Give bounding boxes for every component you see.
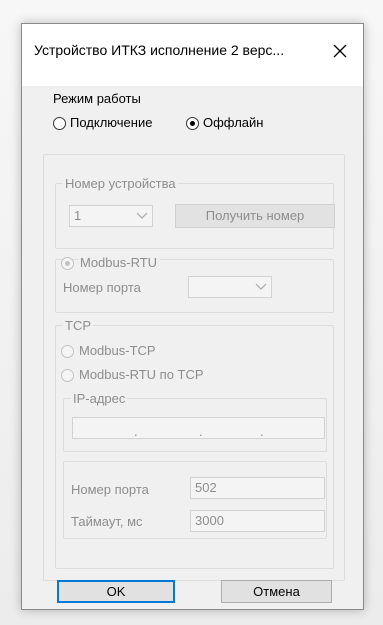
window-title: Устройство ИТКЗ исполнение 2 верс... <box>34 42 285 58</box>
rtu-port-label: Номер порта <box>63 280 141 295</box>
radio-modbus-tcp[interactable] <box>61 345 74 358</box>
chevron-down-icon <box>255 283 267 290</box>
radio-connect-label[interactable]: Подключение <box>70 115 152 130</box>
modbus-rtu-label[interactable]: Modbus-RTU <box>78 255 161 270</box>
get-number-button[interactable]: Получить номер <box>175 204 335 228</box>
modbus-tcp-label[interactable]: Modbus-TCP <box>79 343 156 358</box>
close-button[interactable] <box>323 34 357 68</box>
mode-label: Режим работы <box>53 91 141 106</box>
close-icon <box>333 44 347 58</box>
tcp-port-label: Номер порта <box>71 482 149 497</box>
radio-connect[interactable] <box>53 117 66 130</box>
title-bar: Устройство ИТКЗ исполнение 2 верс... <box>22 24 363 86</box>
timeout-label: Таймаут, мс <box>71 514 143 529</box>
ip-label: IP-адрес <box>71 391 128 406</box>
device-dialog: Устройство ИТКЗ исполнение 2 верс... Реж… <box>21 23 364 610</box>
tcp-label: TCP <box>63 318 93 333</box>
device-number-label: Номер устройства <box>63 176 178 191</box>
tcp-port-input[interactable]: 502 <box>190 477 325 499</box>
device-number-value: 1 <box>74 208 82 223</box>
radio-modbus-rtu[interactable] <box>61 257 74 270</box>
chevron-down-icon <box>136 212 148 219</box>
timeout-input[interactable]: 3000 <box>190 510 325 532</box>
modbus-rtu-tcp-label[interactable]: Modbus-RTU по TCP <box>79 367 204 382</box>
ok-button[interactable]: OK <box>57 580 175 603</box>
radio-modbus-rtu-tcp[interactable] <box>61 369 74 382</box>
rtu-port-select[interactable] <box>188 276 272 298</box>
ip-separator: . <box>199 424 203 439</box>
device-number-select[interactable]: 1 <box>69 205 153 227</box>
ip-separator: . <box>134 424 138 439</box>
radio-offline-label[interactable]: Оффлайн <box>203 115 263 130</box>
ip-separator: . <box>260 424 264 439</box>
cancel-button[interactable]: Отмена <box>221 580 332 603</box>
ip-address-input[interactable]: . . . <box>72 417 325 439</box>
radio-offline[interactable] <box>186 117 199 130</box>
